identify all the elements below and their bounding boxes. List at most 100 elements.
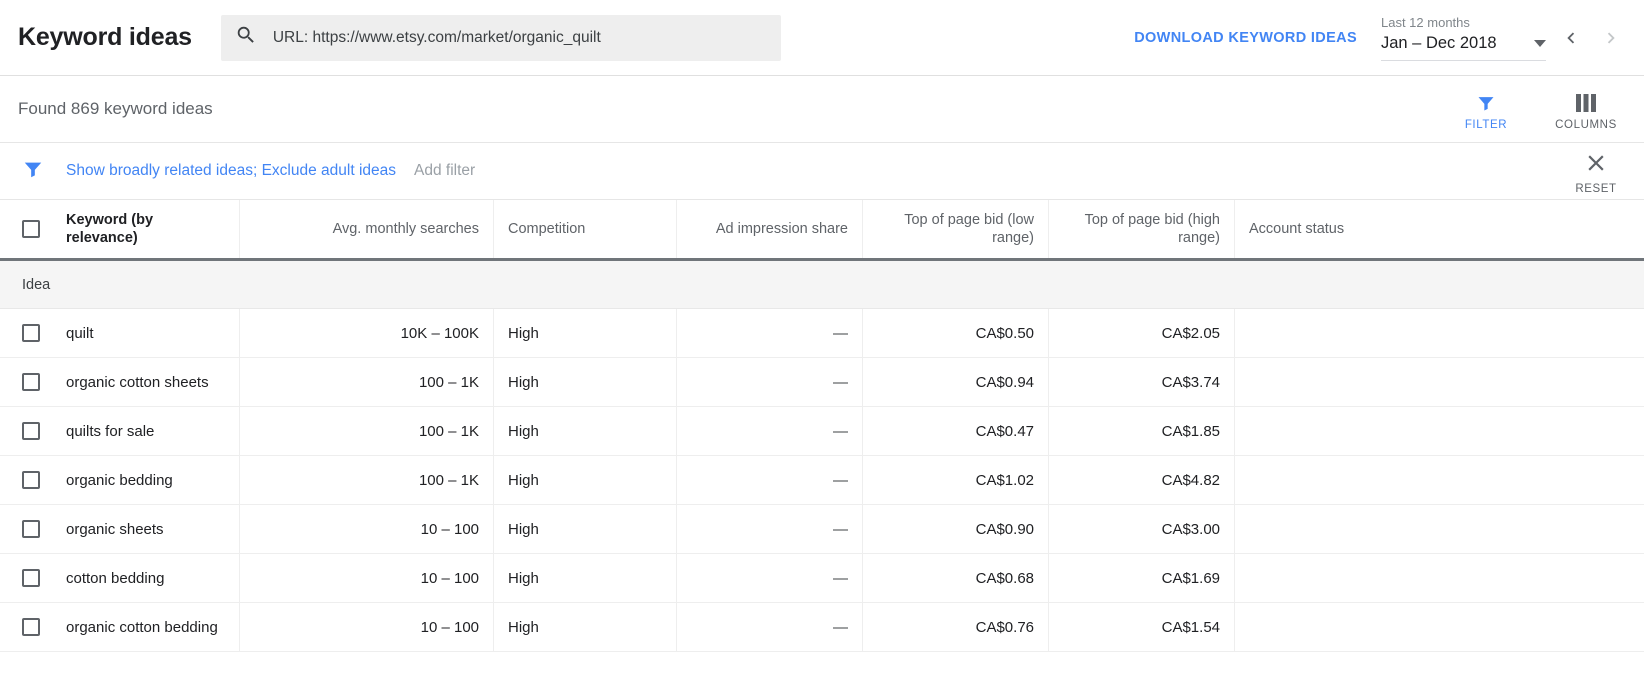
chevron-down-icon[interactable] — [1534, 39, 1546, 47]
competition-text: High — [508, 373, 539, 391]
columns-button[interactable]: COLUMNS — [1554, 92, 1618, 131]
cell-bid-high: CA$1.69 — [1049, 554, 1235, 602]
column-header-bid-low[interactable]: Top of page bid (low range) — [863, 200, 1049, 258]
cell-competition: High — [494, 358, 677, 406]
select-all-cell — [0, 200, 66, 258]
cell-account-status — [1235, 456, 1644, 504]
row-select-cell — [0, 309, 66, 357]
impression-share-text: — — [833, 471, 848, 489]
table-row[interactable]: organic bedding 100 – 1K High — CA$1.02 CA$4.… — [0, 456, 1644, 505]
table-row[interactable]: organic cotton sheets 100 – 1K High — CA$0.9… — [0, 358, 1644, 407]
applied-filters-text[interactable]: Show broadly related ideas; Exclude adul… — [66, 162, 396, 180]
add-filter-button[interactable]: Add filter — [414, 162, 475, 180]
bid-low-text: CA$0.47 — [975, 422, 1034, 440]
keyword-text: quilts for sale — [66, 422, 155, 440]
cell-competition: High — [494, 309, 677, 357]
cell-impression-share: — — [677, 407, 863, 455]
download-keyword-ideas-button[interactable]: DOWNLOAD KEYWORD IDEAS — [1134, 30, 1381, 46]
cell-account-status — [1235, 407, 1644, 455]
table-header-row: Keyword (by relevance) Avg. monthly sear… — [0, 200, 1644, 261]
filter-button-label: FILTER — [1464, 118, 1508, 131]
column-header-account-status-label: Account status — [1249, 221, 1345, 237]
row-checkbox[interactable] — [22, 471, 40, 489]
volume-text: 10 – 100 — [420, 520, 479, 538]
keyword-text: cotton bedding — [66, 569, 165, 587]
date-range-prev-button[interactable] — [1554, 21, 1588, 55]
table-body: quilt 10K – 100K High — CA$0.50 CA$2.05 organi… — [0, 309, 1644, 652]
cell-impression-share: — — [677, 309, 863, 357]
cell-bid-high: CA$2.05 — [1049, 309, 1235, 357]
cell-bid-low: CA$0.94 — [863, 358, 1049, 406]
reset-button-label: RESET — [1575, 182, 1617, 195]
row-select-cell — [0, 554, 66, 602]
select-all-checkbox[interactable] — [22, 220, 40, 238]
search-input[interactable]: URL: https://www.etsy.com/market/organic… — [220, 14, 781, 61]
volume-text: 100 – 1K — [418, 422, 479, 440]
table-row[interactable]: cotton bedding 10 – 100 High — CA$0.68 CA$1.6… — [0, 554, 1644, 603]
column-header-bid-high-label: Top of page bid (high range) — [1084, 212, 1220, 246]
bid-high-text: CA$2.05 — [1161, 324, 1220, 342]
volume-text: 10 – 100 — [420, 618, 479, 636]
top-bar: Keyword ideas URL: https://www.etsy.com/… — [0, 0, 1644, 76]
impression-share-text: — — [833, 618, 848, 636]
competition-text: High — [508, 618, 539, 636]
cell-keyword: organic cotton sheets — [66, 358, 240, 406]
row-checkbox[interactable] — [22, 520, 40, 538]
date-range-next-button[interactable] — [1594, 21, 1628, 55]
table-row[interactable]: organic cotton bedding 10 – 100 High — CA$0.… — [0, 603, 1644, 652]
keyword-text: organic sheets — [66, 520, 164, 538]
column-header-impression-share[interactable]: Ad impression share — [677, 200, 863, 258]
impression-share-text: — — [833, 520, 848, 538]
row-checkbox[interactable] — [22, 324, 40, 342]
volume-text: 100 – 1K — [418, 373, 479, 391]
table-tools: FILTER COLUMNS — [1454, 88, 1626, 131]
cell-account-status — [1235, 309, 1644, 357]
reset-button[interactable]: RESET — [1566, 148, 1626, 195]
applied-filters-bar: Show broadly related ideas; Exclude adul… — [0, 143, 1644, 200]
cell-keyword: quilt — [66, 309, 240, 357]
filter-button[interactable]: FILTER — [1454, 92, 1518, 131]
table-row[interactable]: quilts for sale 100 – 1K High — CA$0.47 CA$1.… — [0, 407, 1644, 456]
cell-competition: High — [494, 456, 677, 504]
found-count-text: Found 869 keyword ideas — [18, 99, 213, 118]
cell-impression-share: — — [677, 603, 863, 651]
competition-text: High — [508, 569, 539, 587]
volume-text: 100 – 1K — [418, 471, 479, 489]
column-header-account-status[interactable]: Account status — [1235, 200, 1644, 258]
cell-account-status — [1235, 358, 1644, 406]
column-header-impression-share-label: Ad impression share — [715, 221, 848, 237]
bid-high-text: CA$3.00 — [1161, 520, 1220, 538]
cell-keyword: quilts for sale — [66, 407, 240, 455]
column-header-bid-high[interactable]: Top of page bid (high range) — [1049, 200, 1235, 258]
column-header-volume-label: Avg. monthly searches — [332, 221, 479, 237]
column-header-keyword[interactable]: Keyword (by relevance) — [66, 200, 240, 258]
row-checkbox[interactable] — [22, 422, 40, 440]
column-header-bid-low-label: Top of page bid (low range) — [904, 212, 1034, 246]
impression-share-text: — — [833, 373, 848, 391]
close-icon — [1583, 150, 1609, 181]
column-header-keyword-label: Keyword (by relevance) — [66, 212, 154, 246]
row-checkbox[interactable] — [22, 373, 40, 391]
cell-bid-low: CA$0.68 — [863, 554, 1049, 602]
volume-text: 10 – 100 — [420, 569, 479, 587]
row-select-cell — [0, 505, 66, 553]
table-row[interactable]: quilt 10K – 100K High — CA$0.50 CA$2.05 — [0, 309, 1644, 358]
funnel-icon — [22, 158, 44, 185]
page-title: Keyword ideas — [18, 23, 192, 51]
column-header-volume[interactable]: Avg. monthly searches — [240, 200, 494, 258]
row-checkbox[interactable] — [22, 569, 40, 587]
row-select-cell — [0, 456, 66, 504]
column-header-competition[interactable]: Competition — [494, 200, 677, 258]
cell-bid-high: CA$4.82 — [1049, 456, 1235, 504]
row-select-cell — [0, 407, 66, 455]
date-range-selector[interactable]: Last 12 months Jan – Dec 2018 — [1381, 14, 1546, 61]
date-range-label: Last 12 months — [1381, 15, 1470, 30]
row-checkbox[interactable] — [22, 618, 40, 636]
cell-volume: 10 – 100 — [240, 554, 494, 602]
cell-competition: High — [494, 505, 677, 553]
cell-keyword: organic cotton bedding — [66, 603, 240, 651]
cell-volume: 10 – 100 — [240, 505, 494, 553]
columns-button-label: COLUMNS — [1555, 118, 1617, 131]
cell-bid-low: CA$0.76 — [863, 603, 1049, 651]
table-row[interactable]: organic sheets 10 – 100 High — CA$0.90 CA$3.0… — [0, 505, 1644, 554]
